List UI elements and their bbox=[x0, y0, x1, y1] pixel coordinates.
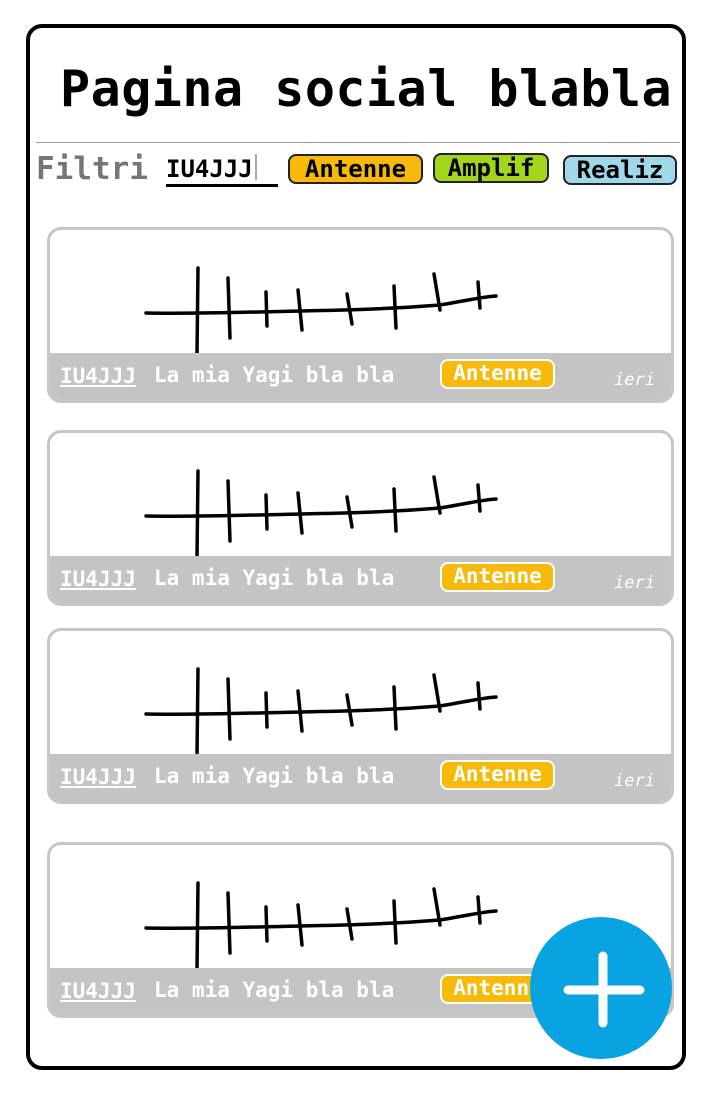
post-footer: IU4JJJ La mia Yagi bla bla Antenne ieri bbox=[50, 556, 671, 603]
yagi-antenna-sketch bbox=[144, 881, 498, 971]
post-author-link[interactable]: IU4JJJ bbox=[60, 567, 136, 591]
header-divider bbox=[36, 142, 680, 143]
user-filter-value: IU4JJJ bbox=[166, 155, 253, 183]
post-card[interactable]: IU4JJJ La mia Yagi bla bla Antenne ieri bbox=[47, 628, 674, 804]
post-text: La mia Yagi bla bla bbox=[154, 978, 395, 1002]
post-card[interactable]: IU4JJJ La mia Yagi bla bla Antenne ieri bbox=[47, 227, 674, 403]
page-title: Pagina social blabla bbox=[60, 60, 673, 118]
post-tag[interactable]: Antenne bbox=[440, 562, 555, 592]
post-time: ieri bbox=[614, 370, 655, 390]
post-tag[interactable]: Antenne bbox=[440, 359, 555, 389]
yagi-antenna-sketch bbox=[144, 266, 498, 356]
add-post-button[interactable] bbox=[530, 917, 672, 1059]
post-time: ieri bbox=[614, 573, 655, 593]
filter-chip-amplif[interactable]: Amplif bbox=[433, 153, 549, 183]
post-author-link[interactable]: IU4JJJ bbox=[60, 364, 136, 388]
filter-chip-realiz[interactable]: Realiz bbox=[563, 155, 677, 185]
plus-icon bbox=[563, 951, 645, 1028]
post-author-link[interactable]: IU4JJJ bbox=[60, 979, 136, 1003]
post-footer: IU4JJJ La mia Yagi bla bla Antenne ieri bbox=[50, 353, 671, 400]
yagi-antenna-sketch bbox=[144, 667, 498, 757]
post-text: La mia Yagi bla bla bbox=[154, 764, 395, 788]
filters-label: Filtri bbox=[36, 151, 148, 187]
post-footer: IU4JJJ La mia Yagi bla bla Antenne ieri bbox=[50, 754, 671, 801]
post-author-link[interactable]: IU4JJJ bbox=[60, 765, 136, 789]
filter-bar: Filtri IU4JJJ Antenne Amplif Realiz bbox=[36, 148, 682, 192]
post-text: La mia Yagi bla bla bbox=[154, 566, 395, 590]
filter-chip-antenne[interactable]: Antenne bbox=[288, 154, 423, 184]
post-tag[interactable]: Antenne bbox=[440, 760, 555, 790]
post-text: La mia Yagi bla bla bbox=[154, 363, 395, 387]
post-card[interactable]: IU4JJJ La mia Yagi bla bla Antenne ieri bbox=[47, 430, 674, 606]
post-time: ieri bbox=[614, 771, 655, 791]
yagi-antenna-sketch bbox=[144, 469, 498, 559]
user-filter-input[interactable]: IU4JJJ bbox=[166, 154, 278, 187]
text-cursor bbox=[254, 154, 257, 180]
